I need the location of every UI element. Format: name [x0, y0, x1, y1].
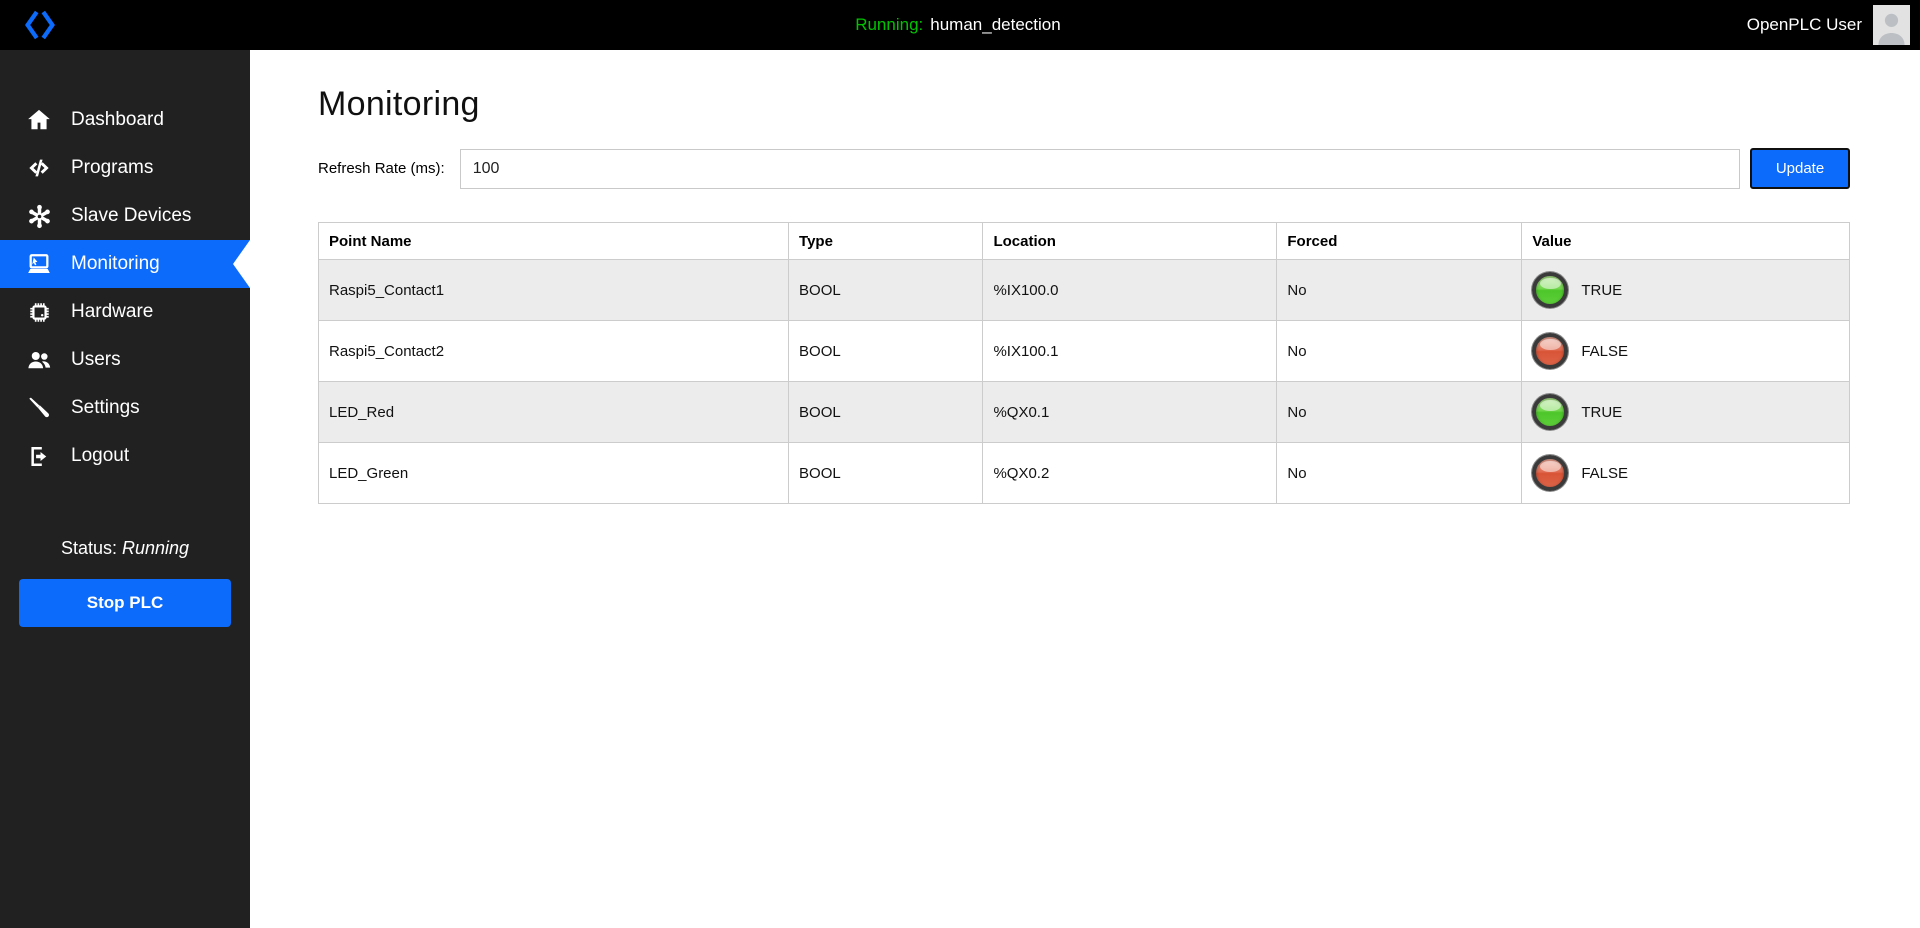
table-header-row: Point Name Type Location Forced Value	[317, 222, 1850, 260]
sidebar-item-label: Programs	[71, 157, 154, 178]
table-row: Raspi5_Contact1 BOOL %IX100.0 No TRUE	[317, 259, 1850, 321]
value-indicator: FALSE	[1532, 333, 1839, 369]
refresh-rate-input[interactable]	[459, 148, 1740, 189]
value-text: FALSE	[1581, 464, 1629, 482]
sidebar-item-label: Hardware	[71, 301, 154, 322]
running-status: Running: human_detection	[855, 15, 1061, 35]
cell-location: %QX0.2	[982, 442, 1278, 504]
cell-forced: No	[1276, 259, 1523, 321]
cell-point-name: LED_Red	[317, 381, 790, 443]
cell-value: FALSE	[1521, 442, 1850, 504]
refresh-rate-row: Refresh Rate (ms): Update	[318, 148, 1850, 189]
user-menu[interactable]: OpenPLC User	[1747, 5, 1920, 45]
chip-icon	[24, 299, 54, 326]
value-text: TRUE	[1581, 403, 1623, 421]
users-icon	[24, 347, 54, 373]
cell-type: BOOL	[788, 442, 984, 504]
cell-forced: No	[1276, 381, 1523, 443]
column-header-point-name: Point Name	[317, 222, 790, 260]
value-indicator: FALSE	[1532, 455, 1839, 491]
value-indicator: TRUE	[1532, 394, 1839, 430]
value-indicator: TRUE	[1532, 272, 1839, 308]
sidebar: Dashboard Programs Slave Devices Monitoring…	[0, 50, 250, 928]
update-button[interactable]: Update	[1750, 148, 1850, 189]
sidebar-item-label: Slave Devices	[71, 205, 192, 226]
cell-value: TRUE	[1521, 381, 1850, 443]
cell-point-name: LED_Green	[317, 442, 790, 504]
table-row: LED_Green BOOL %QX0.2 No FALSE	[317, 442, 1850, 504]
sidebar-item-programs[interactable]: Programs	[0, 144, 250, 192]
plc-status: Status: Running	[0, 538, 250, 559]
main-content: Monitoring Refresh Rate (ms): Update Poi…	[250, 0, 1920, 504]
led-red-icon	[1532, 455, 1569, 491]
cell-point-name: Raspi5_Contact1	[317, 259, 790, 321]
avatar[interactable]	[1873, 5, 1910, 45]
sidebar-nav: Dashboard Programs Slave Devices Monitoring…	[0, 50, 250, 480]
code-icon	[24, 155, 54, 181]
value-text: TRUE	[1581, 281, 1623, 299]
sidebar-item-users[interactable]: Users	[0, 336, 250, 384]
cell-location: %QX0.1	[982, 381, 1278, 443]
sidebar-item-dashboard[interactable]: Dashboard	[0, 96, 250, 144]
sidebar-item-label: Logout	[71, 445, 130, 466]
table-row: Raspi5_Contact2 BOOL %IX100.1 No FALSE	[317, 320, 1850, 382]
home-icon	[24, 107, 54, 133]
slave-devices-icon	[24, 203, 54, 230]
led-red-icon	[1532, 333, 1569, 369]
cell-type: BOOL	[788, 259, 984, 321]
sidebar-item-logout[interactable]: Logout	[0, 432, 250, 480]
cell-location: %IX100.1	[982, 320, 1278, 382]
running-status-label: Running:	[855, 15, 924, 34]
screwdriver-icon	[24, 395, 54, 421]
logout-icon	[24, 443, 54, 470]
user-name: OpenPLC User	[1746, 15, 1862, 34]
column-header-value: Value	[1521, 222, 1850, 260]
cell-point-name: Raspi5_Contact2	[317, 320, 790, 382]
stop-plc-button[interactable]: Stop PLC	[19, 579, 231, 627]
sidebar-item-monitoring[interactable]: Monitoring	[0, 240, 250, 288]
topbar: Running: human_detection OpenPLC User	[0, 0, 1920, 50]
plc-status-label: Status:	[60, 538, 117, 558]
value-text: FALSE	[1581, 342, 1629, 360]
running-program-name: human_detection	[930, 15, 1061, 34]
cell-forced: No	[1276, 442, 1523, 504]
monitoring-table: Point Name Type Location Forced Value Raspi5…	[317, 222, 1850, 504]
openplc-logo-icon[interactable]	[22, 9, 58, 41]
cell-type: BOOL	[788, 320, 984, 382]
cell-type: BOOL	[788, 381, 984, 443]
led-green-icon	[1532, 272, 1569, 308]
monitor-icon	[24, 251, 54, 278]
plc-status-value: Running	[121, 538, 190, 558]
column-header-forced: Forced	[1276, 222, 1523, 260]
column-header-type: Type	[788, 222, 984, 260]
sidebar-item-settings[interactable]: Settings	[0, 384, 250, 432]
column-header-location: Location	[982, 222, 1278, 260]
led-green-icon	[1532, 394, 1569, 430]
sidebar-item-slave-devices[interactable]: Slave Devices	[0, 192, 250, 240]
sidebar-item-label: Monitoring	[71, 253, 160, 274]
refresh-rate-label: Refresh Rate (ms):	[318, 160, 445, 177]
cell-value: FALSE	[1521, 320, 1850, 382]
sidebar-item-label: Settings	[71, 397, 140, 418]
sidebar-item-label: Dashboard	[71, 109, 164, 130]
page-title: Monitoring	[318, 85, 480, 123]
cell-value: TRUE	[1521, 259, 1850, 321]
cell-location: %IX100.0	[982, 259, 1278, 321]
cell-forced: No	[1276, 320, 1523, 382]
sidebar-item-label: Users	[71, 349, 121, 370]
table-row: LED_Red BOOL %QX0.1 No TRUE	[317, 381, 1850, 443]
sidebar-item-hardware[interactable]: Hardware	[0, 288, 250, 336]
